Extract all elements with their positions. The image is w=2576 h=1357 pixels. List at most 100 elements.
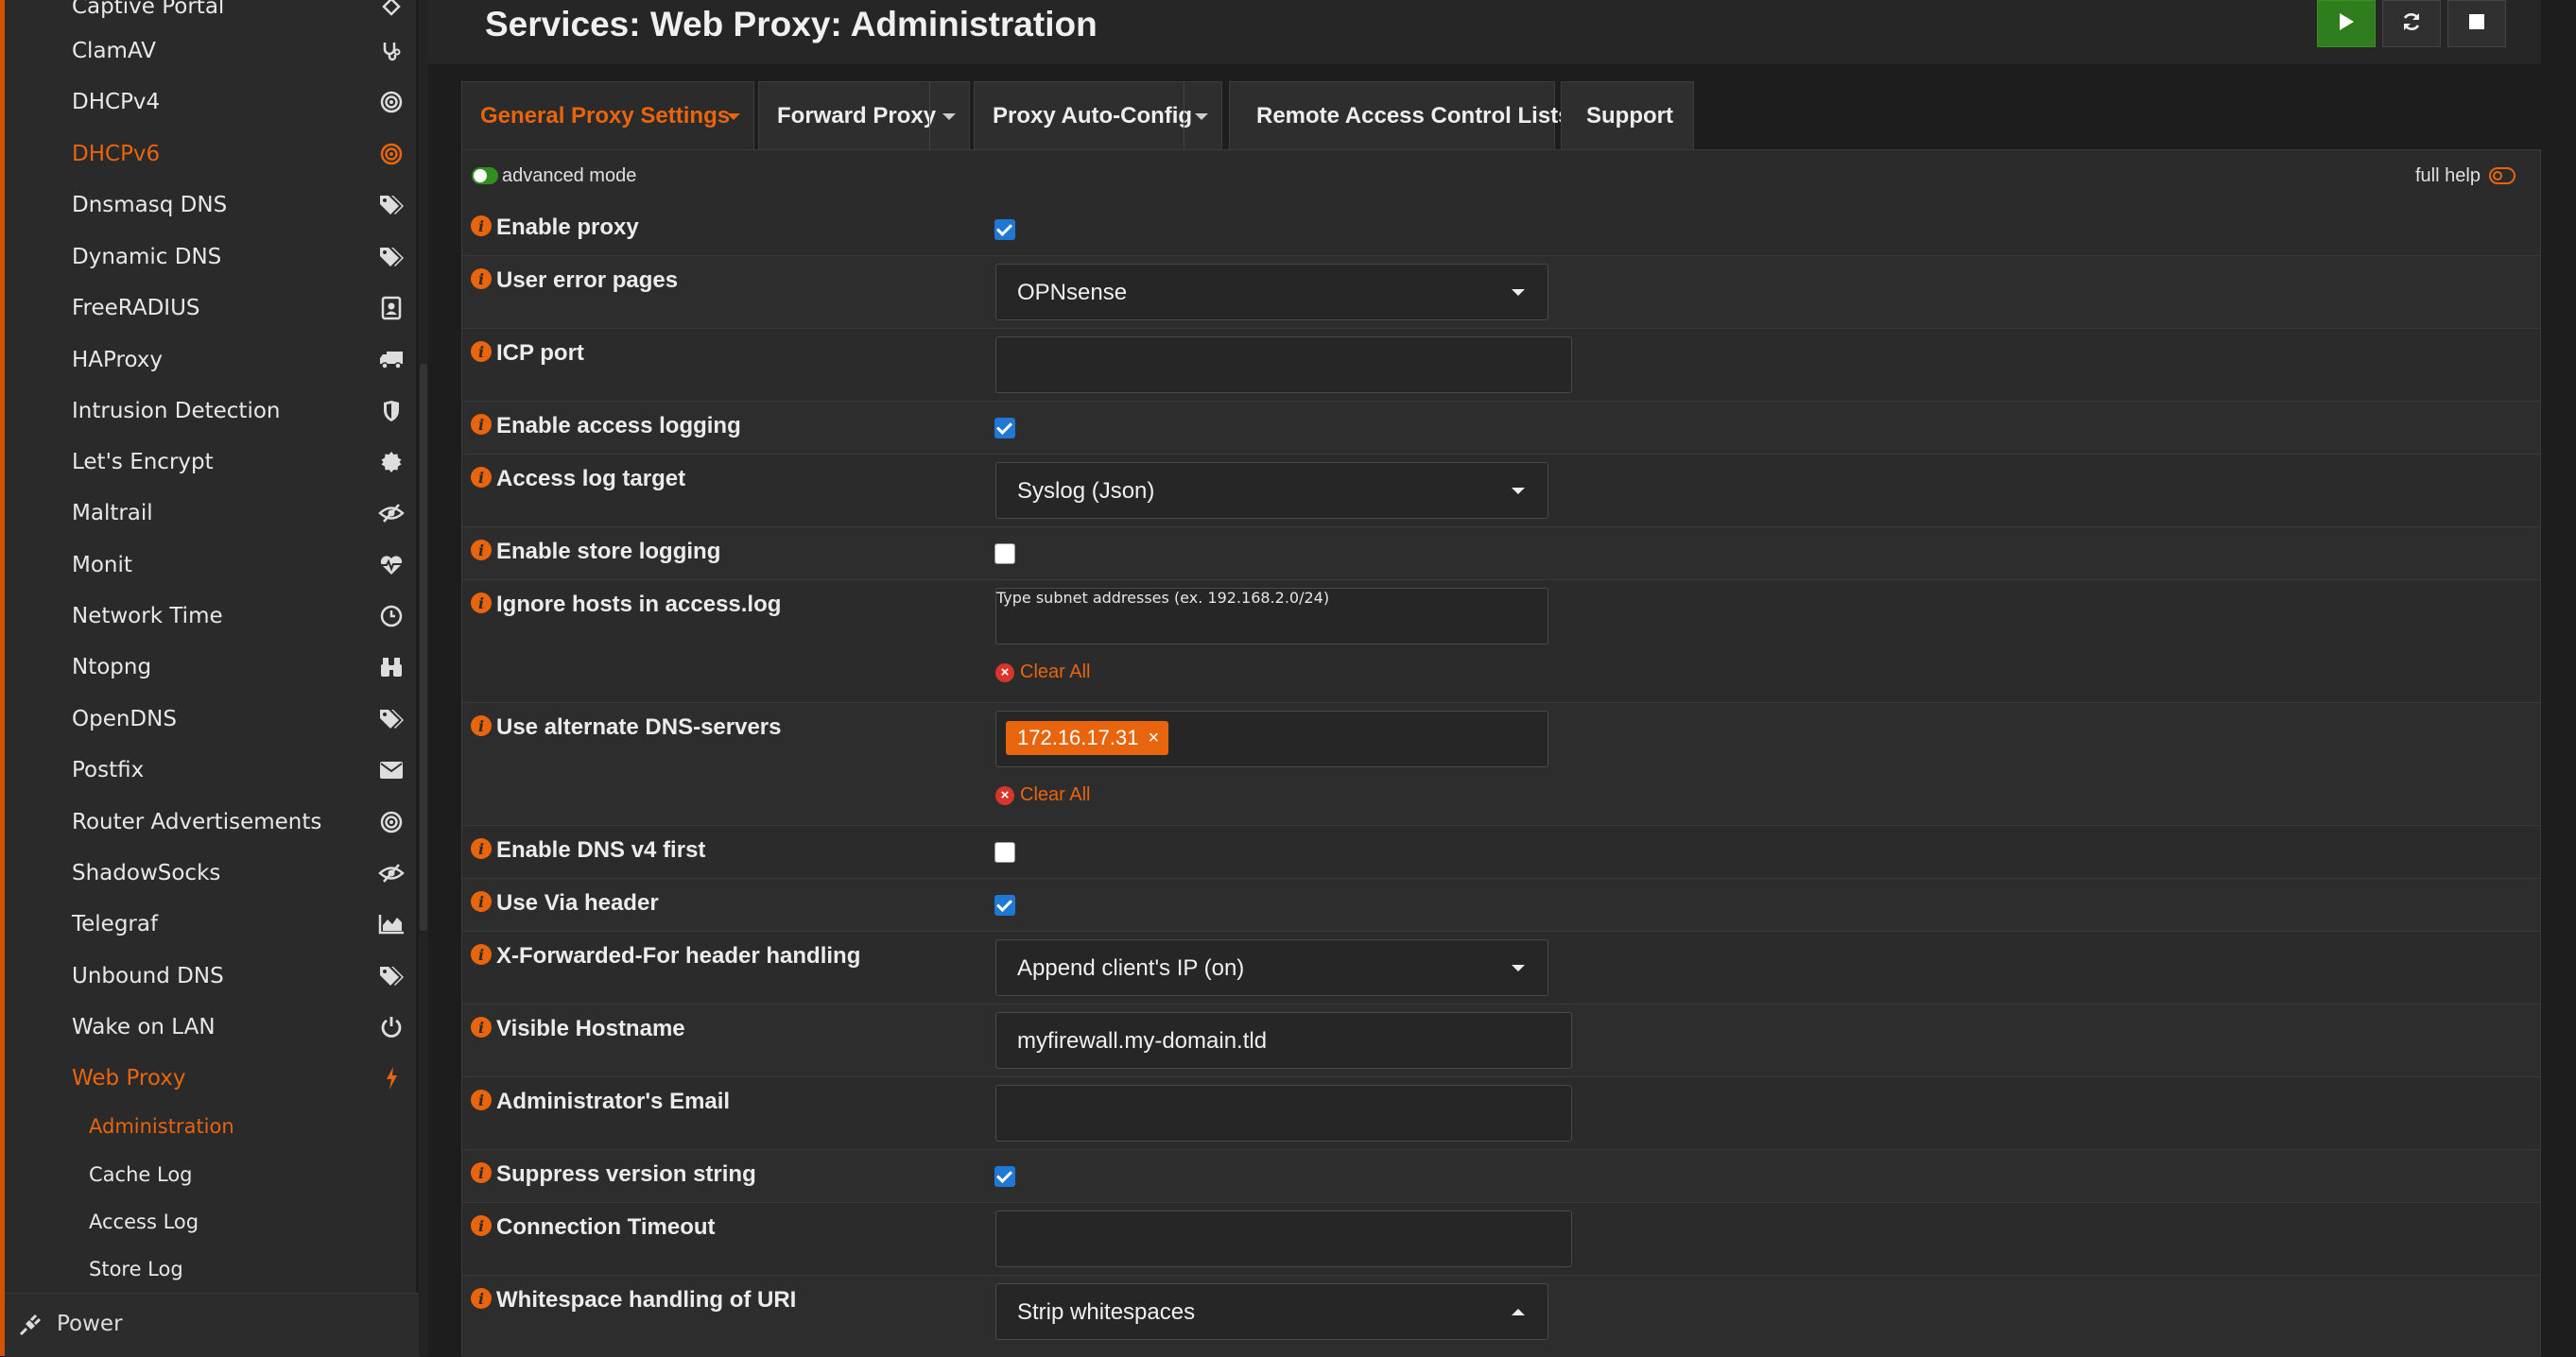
field-label: Enable DNS v4 first <box>496 837 706 863</box>
bullseye-icon <box>377 140 406 168</box>
access-log-target-select[interactable]: Syslog (Json) <box>995 462 1548 519</box>
sidebar-item-shadowsocks[interactable]: ShadowSocks <box>5 848 416 899</box>
sidebar-item-label: Monit <box>72 553 132 577</box>
field-label: Administrator's Email <box>496 1089 731 1114</box>
info-icon[interactable]: i <box>471 1017 492 1038</box>
tab-remote-access-control-lists[interactable]: Remote Access Control Lists <box>1229 81 1571 149</box>
admin-email-input[interactable] <box>995 1085 1572 1142</box>
tag-remove-icon[interactable]: × <box>1148 728 1159 749</box>
field-label: Suppress version string <box>496 1161 756 1187</box>
form-row-via-header: i Use Via header <box>462 879 2540 932</box>
sidebar-item-label: DHCPv4 <box>72 90 161 114</box>
field-label: Whitespace handling of URI <box>496 1287 797 1313</box>
sidebar-item-dynamic-dns[interactable]: Dynamic DNS <box>5 232 416 283</box>
sidebar-subitem-access-log[interactable]: Access Log <box>5 1198 416 1245</box>
play-icon <box>2337 11 2356 36</box>
chevron-down-icon[interactable] <box>942 113 956 120</box>
stop-service-button[interactable] <box>2447 0 2506 47</box>
sidebar-item-unbound-dns[interactable]: Unbound DNS <box>5 951 416 1002</box>
info-icon[interactable]: i <box>471 540 492 560</box>
sidebar-item-freeradius[interactable]: FreeRADIUS <box>5 283 416 334</box>
info-icon[interactable]: i <box>471 1215 492 1236</box>
sidebar-item-ntopng[interactable]: Ntopng <box>5 642 416 693</box>
info-icon[interactable]: i <box>471 838 492 859</box>
sidebar-subitem-label: Store Log <box>89 1258 183 1280</box>
sidebar-item-haproxy[interactable]: HAProxy <box>5 335 416 386</box>
page-scrollbar[interactable] <box>2563 0 2576 1356</box>
sidebar-scrollbar[interactable] <box>419 0 428 1356</box>
tab-proxy-auto-config[interactable]: Proxy Auto-Config <box>974 81 1222 150</box>
sidebar-subitem-label: Cache Log <box>89 1163 193 1186</box>
info-icon[interactable]: i <box>471 414 492 435</box>
dns-server-tag: 172.16.17.31 × <box>1006 721 1169 755</box>
enable-proxy-checkbox[interactable] <box>994 219 1015 240</box>
captive-portal-icon <box>377 0 406 21</box>
sidebar-item-intrusion-detection[interactable]: Intrusion Detection <box>5 386 416 437</box>
whitespace-handling-select[interactable]: Strip whitespaces <box>995 1283 1548 1340</box>
sidebar-scrollbar-thumb[interactable] <box>420 364 427 931</box>
sidebar-subitem-store-log[interactable]: Store Log <box>5 1245 416 1293</box>
info-icon[interactable]: i <box>471 467 492 488</box>
form-row-admin-email: i Administrator's Email <box>462 1077 2540 1150</box>
sidebar-item-wake-on-lan[interactable]: Wake on LAN <box>5 1002 416 1053</box>
dns-v4-first-checkbox[interactable] <box>994 842 1015 863</box>
tab-general-proxy-settings[interactable]: General Proxy Settings <box>461 81 754 149</box>
sidebar-item-network-time[interactable]: Network Time <box>5 591 416 642</box>
tab-label: Remote Access Control Lists <box>1256 102 1571 129</box>
advanced-mode-toggle[interactable] <box>472 167 498 184</box>
info-icon[interactable]: i <box>471 268 492 289</box>
user-error-pages-select[interactable]: OPNsense <box>995 264 1548 320</box>
sidebar-item-lets-encrypt[interactable]: Let's Encrypt <box>5 437 416 488</box>
sidebar-subitem-cache-log[interactable]: Cache Log <box>5 1151 416 1198</box>
info-icon[interactable]: i <box>471 341 492 362</box>
sidebar-item-dhcpv4[interactable]: DHCPv4 <box>5 77 416 128</box>
sidebar-item-router-advertisements[interactable]: Router Advertisements <box>5 797 416 848</box>
sidebar-item-dnsmasq-dns[interactable]: Dnsmasq DNS <box>5 180 416 231</box>
select-value: Append client's IP (on) <box>1017 955 1245 981</box>
connection-timeout-input[interactable] <box>995 1211 1572 1267</box>
field-label: Connection Timeout <box>496 1214 716 1240</box>
settings-panel: advanced mode full help i Enable proxy i… <box>461 149 2541 1357</box>
xff-handling-select[interactable]: Append client's IP (on) <box>995 939 1548 996</box>
visible-hostname-input[interactable]: myfirewall.my-domain.tld <box>995 1012 1572 1069</box>
tab-support[interactable]: Support <box>1561 81 1694 149</box>
info-icon[interactable]: i <box>471 891 492 912</box>
sidebar-item-dhcpv6[interactable]: DHCPv6 <box>5 129 416 180</box>
via-header-checkbox[interactable] <box>994 895 1015 916</box>
sidebar-item-web-proxy[interactable]: Web Proxy <box>5 1053 416 1104</box>
info-icon[interactable]: i <box>471 1288 492 1309</box>
full-help-toggle[interactable] <box>2489 167 2515 184</box>
start-service-button[interactable] <box>2317 0 2376 47</box>
restart-service-button[interactable] <box>2382 0 2441 47</box>
info-icon[interactable]: i <box>471 215 492 236</box>
sidebar-item-postfix[interactable]: Postfix <box>5 745 416 796</box>
sidebar-item-telegraf[interactable]: Telegraf <box>5 899 416 950</box>
chevron-down-icon[interactable] <box>1195 113 1208 120</box>
sidebar-item-clamav[interactable]: ClamAV <box>5 26 416 77</box>
sidebar-item-opendns[interactable]: OpenDNS <box>5 694 416 745</box>
chevron-down-icon[interactable] <box>727 113 740 120</box>
enable-access-logging-checkbox[interactable] <box>994 418 1015 438</box>
info-icon[interactable]: i <box>471 1162 492 1183</box>
tab-forward-proxy[interactable]: Forward Proxy <box>758 81 970 150</box>
info-icon[interactable]: i <box>471 715 492 736</box>
info-icon[interactable]: i <box>471 944 492 965</box>
enable-store-logging-checkbox[interactable] <box>994 543 1015 564</box>
sidebar-item-maltrail[interactable]: Maltrail <box>5 488 416 539</box>
sidebar-power[interactable]: Power <box>5 1293 421 1357</box>
sidebar-item-label: DHCPv6 <box>72 142 161 166</box>
clear-all-dns-link[interactable]: × Clear All <box>995 784 1090 806</box>
form-row-dns-v4-first: i Enable DNS v4 first <box>462 826 2540 879</box>
sidebar-item-monit[interactable]: Monit <box>5 540 416 591</box>
clear-all-ignore-hosts-link[interactable]: × Clear All <box>995 661 1090 683</box>
alternate-dns-input[interactable]: 172.16.17.31 × <box>995 711 1548 767</box>
icp-port-input[interactable] <box>995 336 1572 393</box>
binoculars-icon <box>377 653 406 681</box>
info-icon[interactable]: i <box>471 1090 492 1110</box>
ignore-hosts-input[interactable]: Type subnet addresses (ex. 192.168.2.0/2… <box>995 588 1548 644</box>
sidebar-subitem-administration[interactable]: Administration <box>5 1103 416 1150</box>
info-icon[interactable]: i <box>471 593 492 613</box>
sidebar-item-label: Captive Portal <box>72 0 225 19</box>
suppress-version-checkbox[interactable] <box>994 1166 1015 1187</box>
sidebar-item-label: Postfix <box>72 758 145 782</box>
